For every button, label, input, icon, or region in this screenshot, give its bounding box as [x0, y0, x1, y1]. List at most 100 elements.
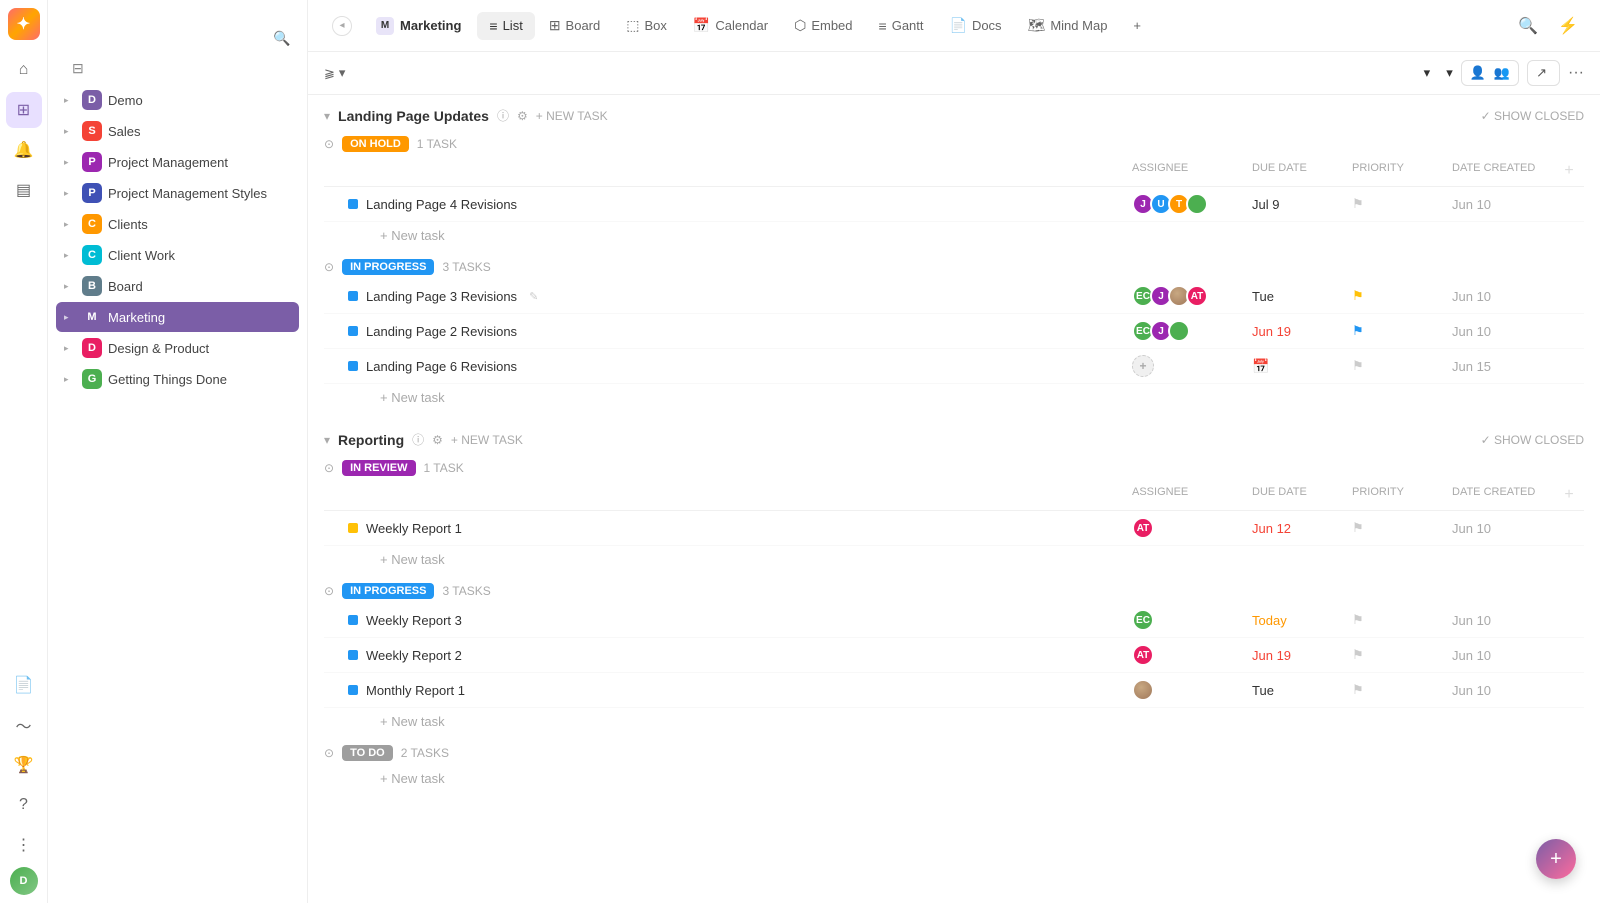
due-date-cell: Jul 9 — [1244, 197, 1344, 212]
chevron-icon: ▸ — [64, 188, 76, 199]
priority-cell: ⚑ — [1344, 323, 1444, 339]
lightning-button[interactable]: ⚡ — [1552, 10, 1584, 42]
tab-calendar[interactable]: 📅Calendar — [681, 11, 780, 40]
section-new-task-button[interactable]: + NEW TASK — [536, 109, 608, 123]
table-row[interactable]: Landing Page 2 Revisions ECJ Jun 19 ⚑ Ju… — [324, 314, 1584, 349]
col-add[interactable]: + — [1554, 160, 1584, 182]
group-collapse-icon[interactable]: ⊙ — [324, 584, 334, 598]
tab-marketing[interactable]: M Marketing — [364, 11, 473, 41]
everything-icon: ⊟ — [72, 60, 84, 77]
tab-embed[interactable]: ⬡Embed — [782, 11, 864, 40]
priority-flag: ⚑ — [1352, 323, 1364, 338]
show-closed-button[interactable]: ✓ SHOW CLOSED — [1481, 109, 1584, 123]
sidebar-item-client-work[interactable]: ▸ C Client Work — [56, 240, 299, 270]
add-view-button[interactable]: + — [1123, 14, 1155, 37]
table-row[interactable]: Monthly Report 1 Tue ⚑ Jun 10 — [324, 673, 1584, 708]
sidebar-item-demo[interactable]: ▸ D Demo — [56, 85, 299, 115]
space-label-marketing: Marketing — [108, 310, 287, 325]
date-created-cell: Jun 10 — [1444, 648, 1554, 663]
search-button[interactable]: 🔍 — [1512, 10, 1544, 42]
home-icon[interactable]: ⌂ — [6, 52, 42, 88]
status-badge[interactable]: TO DO — [342, 745, 393, 761]
tab-docs[interactable]: 📄Docs — [938, 11, 1014, 40]
section-info-icon[interactable]: ⓘ — [412, 431, 424, 448]
table-row[interactable]: Landing Page 3 Revisions ✎ ECJAT Tue ⚑ J… — [324, 279, 1584, 314]
add-space-button[interactable] — [56, 396, 299, 408]
new-task-row[interactable]: + New task — [324, 765, 1584, 792]
chevron-icon: ▸ — [64, 157, 76, 168]
status-badge[interactable]: IN PROGRESS — [342, 259, 434, 275]
help-icon[interactable]: ? — [6, 787, 42, 823]
tab-list[interactable]: ≡List — [477, 12, 534, 40]
section-new-task-button[interactable]: + NEW TASK — [451, 433, 523, 447]
group-collapse-icon[interactable]: ⊙ — [324, 461, 334, 475]
sidebar-item-clients[interactable]: ▸ C Clients — [56, 209, 299, 239]
table-row[interactable]: Landing Page 6 Revisions + 📅 ⚑ Jun 15 — [324, 349, 1584, 384]
table-row[interactable]: Landing Page 4 Revisions JUT Jul 9 ⚑ Jun… — [324, 187, 1584, 222]
col-header-date-created: DATE CREATED — [1444, 160, 1554, 182]
sidebar-item-everything[interactable]: ⊟ — [56, 54, 299, 83]
more-icon[interactable]: ⋮ — [6, 827, 42, 863]
collapse-sidebar-button[interactable]: ◂ — [332, 16, 352, 36]
date-created-cell: Jun 15 — [1444, 359, 1554, 374]
task-edit-icon[interactable]: ✎ — [529, 290, 538, 303]
more-options-button[interactable]: ··· — [1568, 64, 1584, 82]
group-collapse-icon[interactable]: ⊙ — [324, 746, 334, 760]
priority-cell: ⚑ — [1344, 196, 1444, 212]
notifications-icon[interactable]: 🔔 — [6, 132, 42, 168]
sidebar-item-project-management-styles[interactable]: ▸ P Project Management Styles — [56, 178, 299, 208]
filter-icon: ⫺ — [324, 65, 335, 81]
section-info-icon[interactable]: ⓘ — [497, 107, 509, 124]
share-button[interactable]: ↗ — [1527, 60, 1560, 86]
app-logo[interactable]: ✦ — [8, 8, 40, 40]
new-task-row[interactable]: + New task — [324, 708, 1584, 735]
group-collapse-icon[interactable]: ⊙ — [324, 137, 334, 151]
new-task-row[interactable]: + New task — [324, 222, 1584, 249]
table-row[interactable]: Weekly Report 3 EC Today ⚑ Jun 10 — [324, 603, 1584, 638]
col-add[interactable]: + — [1554, 484, 1584, 506]
section-chevron-icon[interactable]: ▾ — [324, 109, 330, 123]
new-task-row[interactable]: + New task — [324, 546, 1584, 573]
status-badge[interactable]: IN REVIEW — [342, 460, 415, 476]
section-chevron-icon[interactable]: ▾ — [324, 433, 330, 447]
dashboard-icon[interactable]: ▤ — [6, 172, 42, 208]
priority-flag: ⚑ — [1352, 520, 1364, 535]
sidebar-item-design-product[interactable]: ▸ D Design & Product — [56, 333, 299, 363]
pulse-icon[interactable]: 〜 — [6, 707, 42, 743]
sidebar-item-getting-things-done[interactable]: ▸ G Getting Things Done — [56, 364, 299, 394]
status-badge[interactable]: ON HOLD — [342, 136, 409, 152]
section-reporting: ▾ Reporting ⓘ ⚙ + NEW TASK ✓ SHOW CLOSED… — [324, 419, 1584, 792]
section-settings-icon[interactable]: ⚙ — [432, 433, 443, 447]
sidebar-item-sales[interactable]: ▸ S Sales — [56, 116, 299, 146]
new-task-row[interactable]: + New task — [324, 384, 1584, 411]
tab-board[interactable]: ⊞Board — [537, 11, 612, 40]
spaces-icon[interactable]: ⊞ — [6, 92, 42, 128]
table-row[interactable]: Weekly Report 1 AT Jun 12 ⚑ Jun 10 — [324, 511, 1584, 546]
status-badge[interactable]: IN PROGRESS — [342, 583, 434, 599]
group-collapse-icon[interactable]: ⊙ — [324, 260, 334, 274]
subtasks-selector[interactable]: ▾ — [1438, 65, 1453, 81]
sidebar-item-marketing[interactable]: ▸ M Marketing — [56, 302, 299, 332]
sidebar-item-board[interactable]: ▸ B Board — [56, 271, 299, 301]
assignee-avatar — [1168, 320, 1190, 342]
group-by-selector[interactable]: ▾ — [1416, 65, 1431, 81]
task-name-cell: Weekly Report 3 — [324, 613, 1124, 628]
tab-mind-map[interactable]: 🗺Mind Map — [1016, 11, 1120, 40]
tab-box[interactable]: ⬚Box — [614, 11, 679, 40]
me-button[interactable]: 👤 👥 — [1461, 60, 1519, 86]
user-avatar[interactable]: D — [10, 867, 38, 895]
sidebar-item-project-management[interactable]: ▸ P Project Management — [56, 147, 299, 177]
section-settings-icon[interactable]: ⚙ — [517, 109, 528, 123]
section-title-landing-page-updates: Landing Page Updates — [338, 108, 489, 124]
table-row[interactable]: Weekly Report 2 AT Jun 19 ⚑ Jun 10 — [324, 638, 1584, 673]
priority-flag: ⚑ — [1352, 682, 1364, 697]
me-person-icon: 👤 — [1470, 65, 1486, 81]
filter-button[interactable]: ⫺ ▾ — [324, 65, 345, 81]
trophy-icon[interactable]: 🏆 — [6, 747, 42, 783]
spaces-search-icon[interactable]: 🔍 — [273, 30, 291, 47]
docs-icon[interactable]: 📄 — [6, 667, 42, 703]
tab-gantt[interactable]: ≡Gantt — [867, 12, 936, 40]
fab-button[interactable]: + — [1536, 839, 1576, 879]
show-closed-button[interactable]: ✓ SHOW CLOSED — [1481, 433, 1584, 447]
space-label-design-product: Design & Product — [108, 341, 287, 356]
